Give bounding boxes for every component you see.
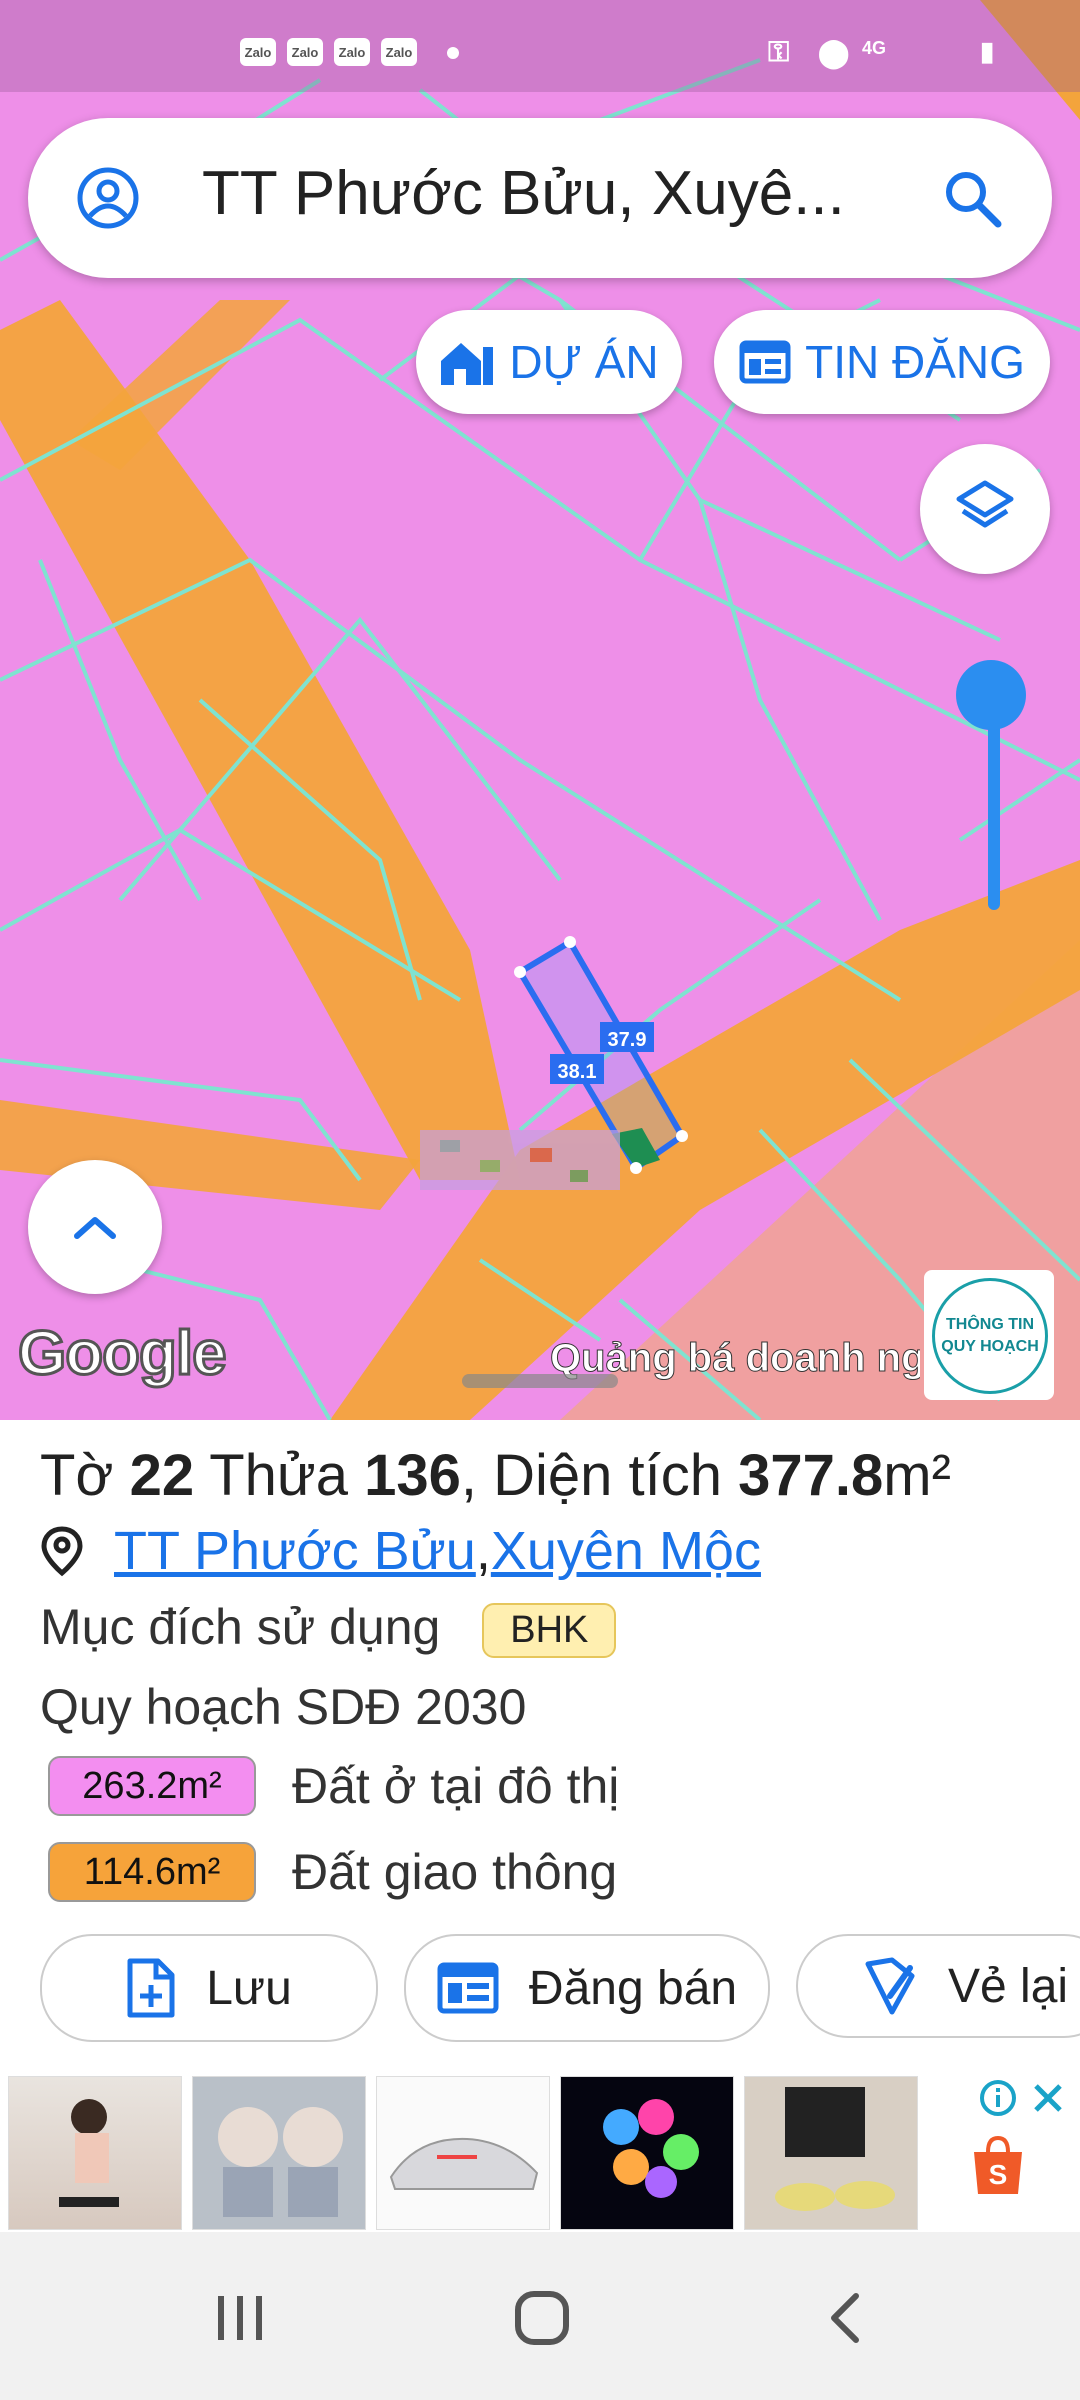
usage-label: Mục đích sử dụng [40,1599,441,1655]
ad-product-image[interactable] [376,2076,550,2230]
parcel-location: TT Phước Bửu, Xuyên Mộc [40,1520,761,1582]
location-pin-icon [41,1526,83,1577]
account-icon[interactable] [76,166,140,230]
listings-label: TIN ĐĂNG [805,336,1025,388]
parcel-info-sheet: Tờ 22 Thửa 136, Diện tích 377.8m² TT Phư… [0,1420,1080,2042]
edge-label-b-text: 37.9 [608,1029,647,1051]
area-value: 377.8 [738,1443,884,1508]
projects-button[interactable]: DỰ ÁN [416,310,682,414]
network-type: 4G [862,38,887,58]
zone-legend-row: 114.6m² Đất giao thông [48,1842,617,1902]
expand-sheet-button[interactable] [28,1160,162,1294]
building-icon [441,343,494,385]
ad-close-icon[interactable] [1030,2080,1066,2116]
usage-row: Mục đích sử dụng BHK [40,1598,617,1659]
ad-image-sandals [775,2087,895,2211]
planning-info-badge: THÔNG TIN QUY HOẠCH [932,1278,1048,1394]
search-query[interactable]: TT Phước Bửu, Xuyê... [202,158,902,229]
planning-badge-line2: QUY HOẠCH [941,1338,1039,1355]
ad-banner[interactable]: S [0,2062,1080,2232]
status-bar: Zalo Zalo Zalo Zalo ⚿ ⬤ 4G ▮ [0,0,1080,92]
zone-area-chip: 263.2m² [48,1756,256,1816]
google-logo: Google [17,1318,229,1390]
plot-label: Thửa [209,1443,348,1508]
zalo-notification-icon: Zalo [240,38,276,66]
search-bar[interactable]: TT Phước Bửu, Xuyê... [28,118,1052,278]
back-icon[interactable] [820,2290,870,2346]
zalo-notification-icon: Zalo [287,38,323,66]
zone-label: Đất ở tại đô thị [292,1758,620,1814]
system-navigation-bar [0,2232,1080,2400]
ad-product-image[interactable] [744,2076,918,2230]
sheet-label: Tờ [40,1443,114,1508]
save-label: Lưu [206,1961,292,2015]
planning-badge-line1: THÔNG TIN [946,1316,1034,1333]
ad-info-icon[interactable] [978,2078,1018,2118]
more-notifications-dot [447,47,459,59]
home-icon[interactable] [512,2288,572,2348]
area-unit: m² [883,1443,951,1508]
ad-image-shoe [389,2137,539,2190]
redraw-label: Vẻ lại [948,1959,1069,2013]
listing-icon [739,340,791,384]
planning-info-button[interactable]: THÔNG TIN QUY HOẠCH [924,1270,1054,1400]
draw-shape-icon [865,1957,915,2015]
ad-product-image[interactable] [192,2076,366,2230]
recent-apps-icon[interactable] [212,2290,268,2346]
area-label: Diện tích [493,1443,723,1508]
opacity-slider-handle[interactable] [956,660,1026,730]
ad-image-person [59,2099,119,2207]
ad-image-balloons [603,2099,699,2198]
sheet-drag-handle[interactable] [462,1374,618,1388]
svg-text:S: S [989,2159,1008,2190]
district-link[interactable]: Xuyên Mộc [491,1520,761,1582]
ward-link[interactable]: TT Phước Bửu [114,1520,476,1582]
post-for-sale-button[interactable]: Đăng bán [404,1934,770,2042]
add-file-icon [127,1958,175,2018]
layers-icon [956,480,1014,528]
usage-code-badge: BHK [482,1603,617,1659]
redraw-button[interactable]: Vẻ lại [796,1934,1080,2038]
plan-label: Quy hoạch SDĐ 2030 [40,1679,527,1735]
ad-image-dolls [218,2107,343,2217]
chevron-up-icon [74,1217,116,1239]
projects-label: DỰ ÁN [509,336,659,388]
listing-icon [437,1962,499,2014]
ad-product-image[interactable] [8,2076,182,2230]
zone-area-chip: 114.6m² [48,1842,256,1902]
battery-icon: ▮ [980,36,995,66]
post-label: Đăng bán [528,1961,738,2015]
location-icon: ⬤ [818,37,850,68]
parcel-title: Tờ 22 Thửa 136, Diện tích 377.8m² [40,1443,951,1508]
zone-legend-row: 263.2m² Đất ở tại đô thị [48,1756,619,1816]
zalo-notification-icon: Zalo [334,38,370,66]
listings-button[interactable]: TIN ĐĂNG [714,310,1050,414]
zalo-notification-icon: Zalo [381,38,417,66]
opacity-slider-track[interactable] [988,700,1000,910]
plot-number: 136 [364,1443,461,1508]
sheet-number: 22 [129,1443,195,1508]
edge-label-a-text: 38.1 [558,1061,597,1083]
layers-button[interactable] [920,444,1050,574]
ad-product-image[interactable] [560,2076,734,2230]
zone-label: Đất giao thông [292,1844,618,1900]
key-icon: ⚿ [768,36,790,67]
search-icon[interactable] [938,164,1008,234]
save-button[interactable]: Lưu [40,1934,378,2042]
shopee-icon[interactable]: S [968,2134,1028,2198]
